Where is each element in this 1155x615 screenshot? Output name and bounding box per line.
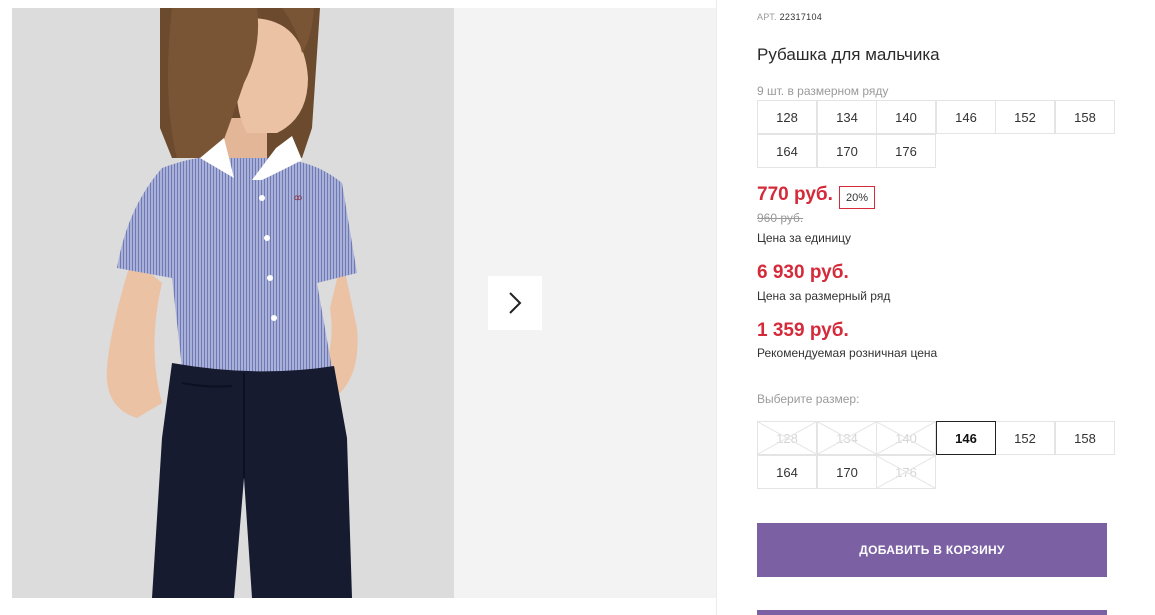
size-label: 140 (895, 109, 917, 125)
product-gallery: ꝏ (0, 0, 716, 615)
size-label: 164 (776, 143, 798, 159)
pack-size-176: 176 (876, 134, 936, 168)
size-selector: 128134140 146 152 158 164 170 176 (757, 421, 1115, 489)
product-title: Рубашка для мальчика (757, 45, 940, 64)
product-page: ꝏ АРТ. 22317104 Рубашка для мальчика 9 ш… (0, 0, 1155, 615)
secondary-button[interactable] (757, 610, 1107, 615)
size-label: 152 (1014, 109, 1036, 125)
pack-price: 6 930 руб. (757, 262, 849, 283)
choose-size-label: Выберите размер: (757, 392, 860, 406)
sku: АРТ. 22317104 (757, 12, 822, 22)
unit-price-caption: Цена за единицу (757, 231, 852, 245)
product-photo[interactable]: ꝏ (12, 8, 454, 598)
retail-price: 1 359 руб. (757, 320, 849, 341)
pack-size-146: 146 (936, 100, 996, 134)
pack-size-134: 134 (817, 100, 877, 134)
size-label: 158 (1074, 430, 1096, 446)
size-label: 152 (1014, 430, 1036, 446)
size-label: 170 (836, 464, 858, 480)
pack-size-152: 152 (995, 100, 1055, 134)
unavailable-cross-icon (877, 422, 935, 454)
discount-badge: 20% (839, 186, 876, 209)
size-label: 176 (895, 143, 917, 159)
pack-size-170: 170 (817, 134, 877, 168)
unit-price: 770 руб. (757, 184, 833, 205)
pack-size-158: 158 (1055, 100, 1115, 134)
size-option-140: 140 (876, 421, 936, 455)
size-option-128: 128 (757, 421, 817, 455)
divider (716, 0, 717, 615)
size-option-170[interactable]: 170 (817, 455, 877, 489)
pack-size-grid: 128 134 140 146 152 158 164 170 176 (757, 100, 1115, 168)
size-option-158[interactable]: 158 (1055, 421, 1115, 455)
retail-price-caption: Рекомендуемая розничная цена (757, 346, 938, 360)
sku-value: 22317104 (779, 12, 823, 22)
svg-text:ꝏ: ꝏ (294, 193, 302, 202)
unavailable-cross-icon (818, 422, 876, 454)
pack-size-164: 164 (757, 134, 817, 168)
size-label: 158 (1074, 109, 1096, 125)
unavailable-cross-icon (877, 456, 935, 488)
pack-size-128: 128 (757, 100, 817, 134)
pack-note: 9 шт. в размерном ряду (757, 84, 889, 98)
size-option-134: 134 (817, 421, 877, 455)
old-price: 960 руб. (757, 211, 804, 225)
pack-price-caption: Цена за размерный ряд (757, 289, 891, 303)
size-label: 134 (836, 109, 858, 125)
pack-size-140: 140 (876, 100, 936, 134)
size-label: 170 (836, 143, 858, 159)
size-option-152[interactable]: 152 (995, 421, 1055, 455)
next-photo-button[interactable] (488, 276, 542, 330)
size-option-176: 176 (876, 455, 936, 489)
sku-label: АРТ. (757, 12, 777, 22)
size-label: 146 (955, 109, 977, 125)
size-label: 146 (955, 430, 977, 446)
add-to-cart-button[interactable]: ДОБАВИТЬ В КОРЗИНУ (757, 523, 1107, 577)
size-option-164[interactable]: 164 (757, 455, 817, 489)
chevron-right-icon (509, 292, 522, 314)
size-label: 128 (776, 109, 798, 125)
size-option-146[interactable]: 146 (936, 421, 996, 455)
unavailable-cross-icon (758, 422, 816, 454)
size-label: 164 (776, 464, 798, 480)
